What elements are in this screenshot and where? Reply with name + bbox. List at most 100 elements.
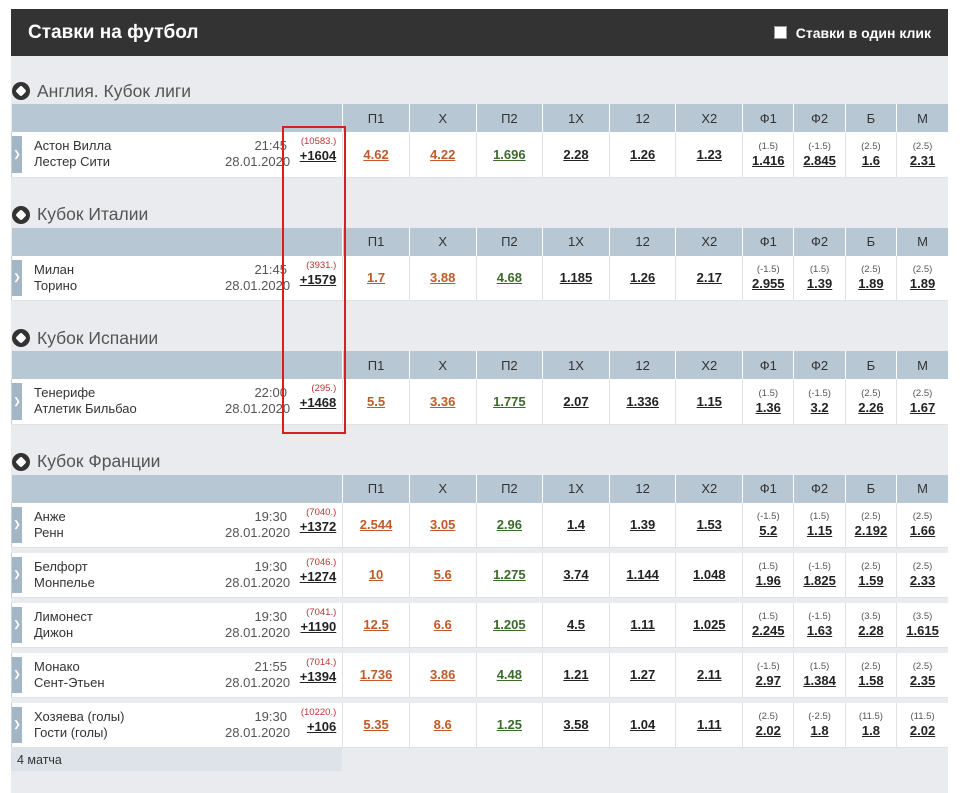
handicap-odds[interactable]: 1.36 — [743, 400, 793, 415]
more-markets-link[interactable]: +1468 — [300, 395, 337, 410]
odds-value[interactable]: 1.11 — [630, 617, 655, 632]
handicap-odds[interactable]: 1.8 — [794, 723, 844, 738]
odds-value[interactable]: 1.7 — [367, 270, 385, 285]
more-markets-link[interactable]: +1394 — [300, 669, 337, 684]
handicap-cell[interactable]: (2.5) 1.66 — [896, 502, 948, 548]
handicap-cell[interactable]: (-1.5) 2.97 — [742, 652, 794, 698]
odds-value[interactable]: 1.26 — [630, 147, 655, 162]
handicap-odds[interactable]: 2.02 — [743, 723, 793, 738]
odds-cell[interactable]: 12.5 — [342, 602, 410, 648]
expand-chevron-icon[interactable]: ❯ — [12, 656, 22, 693]
handicap-odds[interactable]: 2.245 — [743, 623, 793, 638]
odds-value[interactable]: 1.15 — [697, 394, 722, 409]
odds-cell[interactable]: 4.22 — [408, 132, 477, 178]
odds-cell[interactable]: 1.185 — [542, 255, 610, 301]
odds-cell[interactable]: 1.4 — [542, 502, 610, 548]
odds-cell[interactable]: 3.88 — [408, 255, 477, 301]
more-markets-link[interactable]: +1274 — [300, 569, 337, 584]
handicap-cell[interactable]: (3.5) 2.28 — [844, 602, 897, 648]
odds-cell[interactable]: 3.36 — [408, 379, 477, 425]
odds-cell[interactable]: 1.696 — [475, 132, 543, 178]
odds-cell[interactable]: 1.205 — [475, 602, 543, 648]
odds-value[interactable]: 10 — [369, 567, 383, 582]
odds-value[interactable]: 1.275 — [493, 567, 526, 582]
odds-cell[interactable]: 4.5 — [542, 602, 610, 648]
handicap-odds[interactable]: 1.63 — [794, 623, 844, 638]
handicap-cell[interactable]: (3.5) 1.615 — [896, 602, 948, 648]
handicap-cell[interactable]: (11.5) 1.8 — [844, 702, 897, 748]
handicap-odds[interactable]: 1.615 — [897, 623, 948, 638]
one-click-checkbox[interactable] — [773, 26, 787, 39]
handicap-cell[interactable]: (2.5) 1.6 — [844, 132, 897, 178]
odds-value[interactable]: 4.48 — [497, 667, 522, 682]
team-names[interactable]: Анже Ренн — [34, 509, 66, 541]
odds-value[interactable]: 2.96 — [497, 517, 522, 532]
handicap-odds[interactable]: 1.384 — [794, 673, 844, 688]
handicap-odds[interactable]: 2.28 — [846, 623, 896, 638]
odds-cell[interactable]: 2.17 — [675, 255, 743, 301]
odds-value[interactable]: 5.5 — [367, 394, 385, 409]
odds-value[interactable]: 3.88 — [430, 270, 455, 285]
handicap-odds[interactable]: 1.825 — [794, 573, 844, 588]
more-markets-link[interactable]: +1604 — [300, 148, 337, 163]
expand-chevron-icon[interactable]: ❯ — [12, 383, 22, 420]
odds-value[interactable]: 1.53 — [697, 517, 722, 532]
markets-count[interactable]: (7041.) +1190 — [300, 606, 336, 634]
handicap-odds[interactable]: 1.58 — [846, 673, 896, 688]
odds-value[interactable]: 1.11 — [697, 717, 722, 732]
odds-value[interactable]: 2.544 — [360, 517, 393, 532]
handicap-odds[interactable]: 1.67 — [897, 400, 948, 415]
odds-cell[interactable]: 10 — [342, 552, 410, 598]
markets-count[interactable]: (7040.) +1372 — [300, 506, 337, 534]
odds-cell[interactable]: 1.048 — [675, 552, 743, 598]
handicap-odds[interactable]: 2.02 — [897, 723, 948, 738]
odds-cell[interactable]: 4.68 — [475, 255, 543, 301]
expand-chevron-icon[interactable]: ❯ — [12, 136, 22, 173]
more-markets-link[interactable]: +106 — [301, 719, 336, 734]
handicap-cell[interactable]: (1.5) 1.36 — [742, 379, 794, 425]
odds-cell[interactable]: 1.775 — [475, 379, 543, 425]
handicap-cell[interactable]: (-1.5) 3.2 — [793, 379, 846, 425]
odds-value[interactable]: 5.35 — [363, 717, 388, 732]
odds-value[interactable]: 5.6 — [434, 567, 452, 582]
odds-value[interactable]: 4.68 — [497, 270, 522, 285]
odds-value[interactable]: 1.04 — [630, 717, 655, 732]
odds-value[interactable]: 3.05 — [430, 517, 455, 532]
odds-value[interactable]: 1.048 — [693, 567, 726, 582]
odds-cell[interactable]: 1.04 — [608, 702, 676, 748]
odds-cell[interactable]: 1.26 — [608, 132, 676, 178]
handicap-cell[interactable]: (-1.5) 1.825 — [793, 552, 846, 598]
handicap-odds[interactable]: 1.96 — [743, 573, 793, 588]
markets-count[interactable]: (10583.) +1604 — [300, 135, 337, 163]
handicap-cell[interactable]: (2.5) 2.35 — [896, 652, 948, 698]
odds-cell[interactable]: 1.736 — [342, 652, 410, 698]
odds-value[interactable]: 1.025 — [693, 617, 726, 632]
odds-cell[interactable]: 1.025 — [675, 602, 743, 648]
markets-count[interactable]: (295.) +1468 — [300, 382, 337, 410]
markets-count[interactable]: (7046.) +1274 — [300, 556, 337, 584]
odds-value[interactable]: 1.39 — [630, 517, 655, 532]
handicap-odds[interactable]: 1.416 — [743, 153, 793, 168]
odds-value[interactable]: 4.62 — [363, 147, 388, 162]
odds-cell[interactable]: 1.25 — [475, 702, 543, 748]
odds-cell[interactable]: 5.6 — [408, 552, 477, 598]
odds-value[interactable]: 1.27 — [630, 667, 655, 682]
odds-cell[interactable]: 1.27 — [608, 652, 676, 698]
odds-value[interactable]: 1.4 — [567, 517, 585, 532]
team-names[interactable]: Тенерифе Атлетик Бильбао — [34, 385, 137, 417]
odds-value[interactable]: 1.205 — [493, 617, 526, 632]
handicap-odds[interactable]: 1.15 — [794, 523, 844, 538]
odds-cell[interactable]: 2.07 — [542, 379, 610, 425]
handicap-cell[interactable]: (2.5) 1.58 — [844, 652, 897, 698]
one-click-toggle[interactable]: Ставки в один клик — [773, 25, 931, 41]
odds-cell[interactable]: 4.48 — [475, 652, 543, 698]
expand-chevron-icon[interactable]: ❯ — [12, 556, 22, 593]
handicap-cell[interactable]: (1.5) 2.245 — [742, 602, 794, 648]
odds-cell[interactable]: 1.336 — [608, 379, 676, 425]
odds-value[interactable]: 1.144 — [626, 567, 659, 582]
odds-cell[interactable]: 1.11 — [608, 602, 676, 648]
odds-cell[interactable]: 2.96 — [475, 502, 543, 548]
odds-value[interactable]: 1.775 — [493, 394, 526, 409]
odds-value[interactable]: 1.25 — [497, 717, 522, 732]
handicap-cell[interactable]: (2.5) 1.89 — [896, 255, 948, 301]
